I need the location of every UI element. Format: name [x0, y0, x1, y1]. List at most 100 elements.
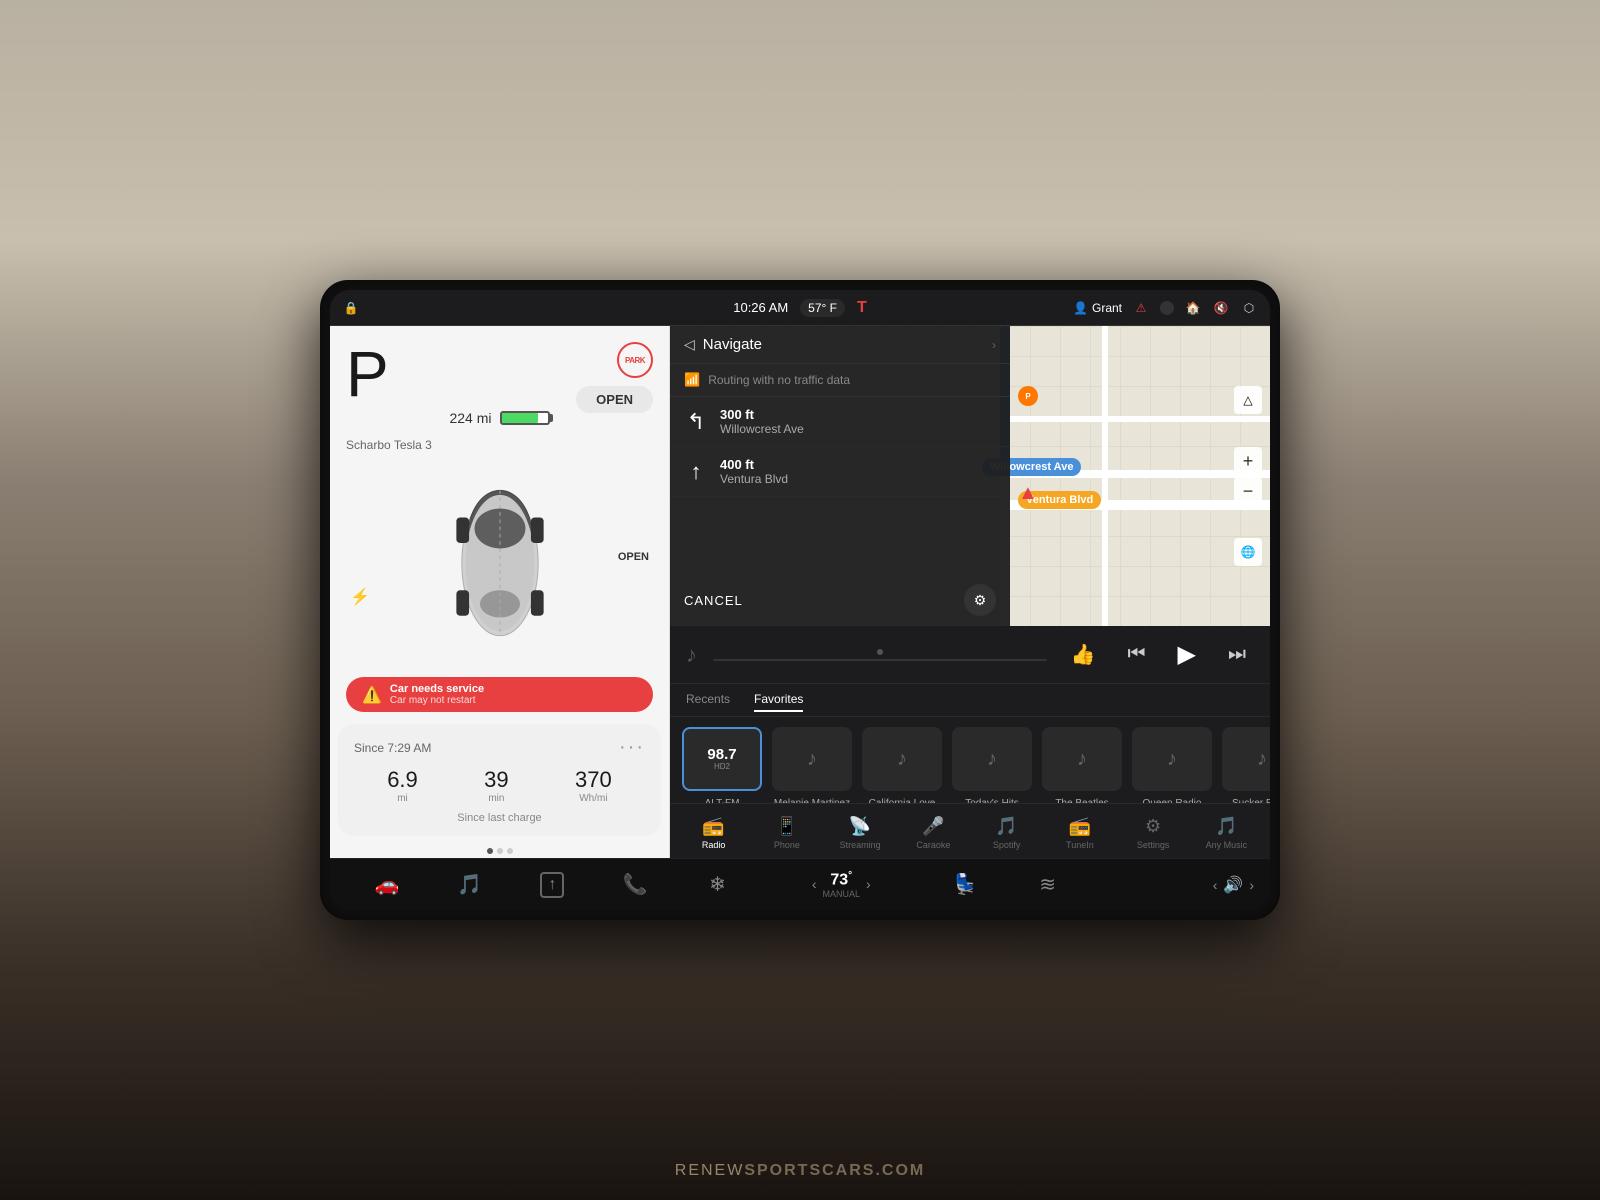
screen-bezel: 🔒 10:26 AM 57° F T 👤 Grant ⚠ 🏠 🔇 — [320, 280, 1280, 920]
station-thumb-melanie: ♪ — [772, 727, 852, 791]
music-note-beatles: ♪ — [1077, 748, 1087, 771]
station-card-queen[interactable]: ♪ Queen Radio — [1132, 727, 1212, 803]
taskbar-up[interactable]: ↑ — [511, 859, 594, 910]
zoom-in-button[interactable]: + — [1234, 447, 1262, 475]
taskbar-phone[interactable]: 📞 — [594, 859, 677, 910]
map-road-h3 — [1010, 416, 1270, 422]
station-card-alt-fm[interactable]: 98.7 HD2 ALT-FM — [682, 727, 762, 803]
skip-forward-button[interactable]: ⏭ — [1220, 639, 1254, 670]
service-alert-text: Car needs service Car may not restart — [390, 683, 484, 706]
taskbar-defrost[interactable]: ≋ — [1006, 859, 1089, 910]
progress-dot — [877, 649, 883, 655]
car-diagram — [440, 463, 560, 663]
temp-right-arrow[interactable]: › — [866, 876, 871, 892]
cancel-navigation-button[interactable]: CANCEL — [684, 593, 743, 608]
nav-footer: CANCEL ⚙ — [670, 574, 1010, 626]
media-controls-row: ♪ 👍 ⏮ ▶ ⏭ — [670, 626, 1270, 684]
nav-turn-info-2: 400 ft Ventura Blvd — [720, 457, 788, 486]
nav-header[interactable]: ◁ Navigate › — [670, 326, 1010, 364]
station-thumb-queen: ♪ — [1132, 727, 1212, 791]
right-panel: Willowcrest Ave Ventura Blvd ▲ P + — [670, 326, 1270, 858]
station-card-beatles[interactable]: ♪ The Beatles Radio — [1042, 727, 1122, 803]
temp-left-arrow[interactable]: ‹ — [812, 876, 817, 892]
taskbar-music[interactable]: 🎵 — [429, 859, 512, 910]
station-freq-sub: HD2 — [707, 762, 736, 771]
car-interior-background: 🔒 10:26 AM 57° F T 👤 Grant ⚠ 🏠 🔇 — [0, 0, 1600, 1200]
open-label-right: OPEN — [618, 551, 649, 563]
taskbar: 🚗 🎵 ↑ 📞 ❄ ‹ 73° — [330, 858, 1270, 910]
navigate-icon: ◁ — [684, 336, 695, 353]
gear-indicator: P — [346, 342, 389, 406]
range-value: 224 mi — [449, 410, 491, 426]
stations-grid: 98.7 HD2 ALT-FM ♪ — [670, 717, 1270, 803]
play-pause-button[interactable]: ▶ — [1170, 636, 1204, 673]
phone-taskbar-icon: 📞 — [622, 872, 647, 897]
park-section: P PARK OPEN 224 mi — [330, 326, 669, 434]
media-nav-any-music[interactable]: 🎵 Any Music — [1191, 812, 1262, 854]
status-bar-right: 👤 Grant ⚠ 🏠 🔇 ⬡ — [875, 299, 1258, 317]
service-alert-title: Car needs service — [390, 683, 484, 695]
service-alert-subtitle: Car may not restart — [390, 695, 484, 706]
map-top-controls: △ — [1234, 386, 1262, 414]
open-trunk-button[interactable]: OPEN — [576, 386, 653, 413]
music-icon: 🎵 — [457, 872, 482, 897]
stat-time: 39 min — [484, 767, 508, 804]
media-nav-streaming[interactable]: 📡 Streaming — [825, 812, 896, 854]
station-card-todays-hits[interactable]: ♪ Today's Hits — [952, 727, 1032, 803]
thumbs-up-button[interactable]: 👍 — [1063, 638, 1104, 671]
map-orient-button[interactable]: △ — [1234, 386, 1262, 414]
station-card-melanie[interactable]: ♪ Melanie Martinez Ra... — [772, 727, 852, 803]
turn-street-1: Willowcrest Ave — [720, 422, 804, 436]
nav-settings-button[interactable]: ⚙ — [964, 584, 996, 616]
skip-back-button[interactable]: ⏮ — [1120, 639, 1154, 670]
traffic-text: Routing with no traffic data — [708, 373, 850, 387]
station-tabs: Recents Favorites — [670, 684, 1270, 717]
nav-turn-1: ↰ 300 ft Willowcrest Ave — [670, 397, 1010, 447]
park-badge-text: PARK — [625, 356, 645, 365]
home-icon: 🏠 — [1184, 299, 1202, 317]
media-nav-spotify[interactable]: 🎵 Spotify — [971, 812, 1042, 854]
stat-distance-value: 6.9 — [387, 767, 418, 793]
mute-icon: 🔇 — [1212, 299, 1230, 317]
taskbar-car[interactable]: 🚗 — [346, 859, 429, 910]
tab-recents[interactable]: Recents — [686, 692, 730, 712]
stat-efficiency-unit: Wh/mi — [579, 793, 607, 804]
nav-turn-2: ↑ 400 ft Ventura Blvd — [670, 447, 1010, 497]
service-alert: ⚠️ Car needs service Car may not restart — [346, 677, 653, 712]
turn-street-2: Ventura Blvd — [720, 472, 788, 486]
vol-right-arrow[interactable]: › — [1249, 877, 1254, 893]
radio-icon: 📻 — [702, 816, 724, 837]
station-card-sucker[interactable]: ♪ Sucker Radio — [1222, 727, 1270, 803]
phone-icon: 📱 — [776, 816, 798, 837]
volume-control: ‹ 🔊 › — [1089, 875, 1254, 895]
media-nav-tunein[interactable]: 📻 TuneIn — [1044, 812, 1115, 854]
left-panel: P PARK OPEN 224 mi — [330, 326, 670, 858]
media-nav-settings[interactable]: ⚙ Settings — [1118, 812, 1189, 854]
caraoke-label: Caraoke — [916, 840, 950, 850]
media-section: ♪ 👍 ⏮ ▶ ⏭ Recents — [670, 626, 1270, 858]
media-nav-radio[interactable]: 📻 Radio — [678, 812, 749, 854]
vehicle-name: Scharbo Tesla 3 — [330, 438, 432, 452]
stats-menu-button[interactable]: ··· — [619, 736, 645, 759]
stat-time-value: 39 — [484, 767, 508, 793]
vol-left-arrow[interactable]: ‹ — [1213, 877, 1218, 893]
media-nav-phone[interactable]: 📱 Phone — [751, 812, 822, 854]
taskbar-fan[interactable]: ❄ — [676, 859, 759, 910]
tesla-logo: T — [857, 299, 867, 317]
volume-icon: 🔊 — [1223, 875, 1243, 895]
navigation-overlay: ◁ Navigate › 📶 Routing with no traffic d… — [670, 326, 1010, 626]
dot-1 — [487, 848, 493, 854]
taskbar-seat[interactable]: 💺 — [924, 859, 1007, 910]
navigation-section: Willowcrest Ave Ventura Blvd ▲ P + — [670, 326, 1270, 626]
tab-favorites[interactable]: Favorites — [754, 692, 803, 712]
battery-indicator — [500, 411, 550, 425]
zoom-out-button[interactable]: − — [1234, 477, 1262, 505]
tunein-icon: 📻 — [1069, 816, 1091, 837]
station-thumb-alt-fm: 98.7 HD2 — [682, 727, 762, 791]
lock-icon: 🔒 — [342, 299, 360, 317]
map-layer-button[interactable]: 🌐 — [1234, 538, 1262, 566]
music-note-melanie: ♪ — [807, 748, 817, 771]
nav-chevron-icon: › — [992, 338, 996, 352]
station-card-california[interactable]: ♪ California Love [Origi... — [862, 727, 942, 803]
media-nav-caraoke[interactable]: 🎤 Caraoke — [898, 812, 969, 854]
